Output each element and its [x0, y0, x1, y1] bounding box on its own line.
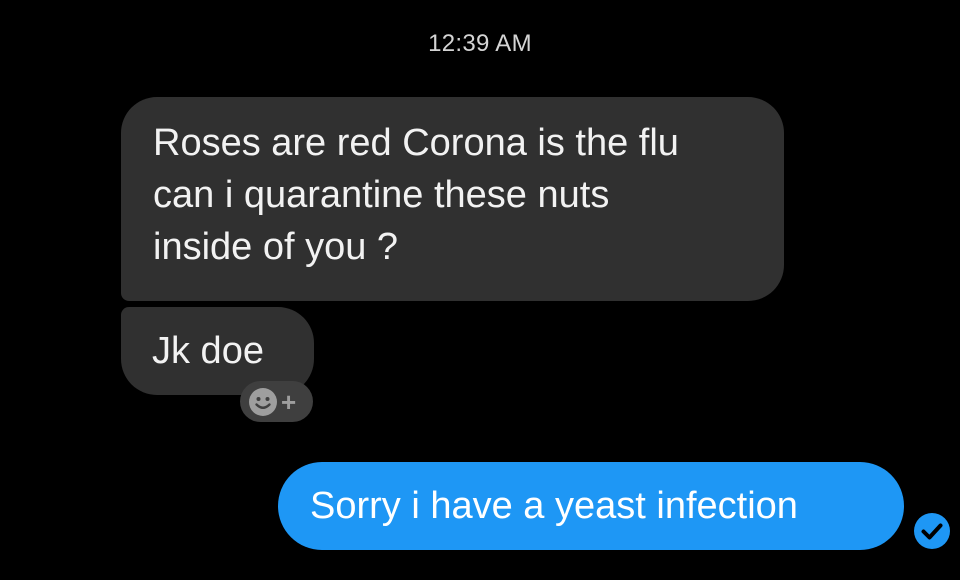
- outgoing-message-bubble[interactable]: Sorry i have a yeast infection: [278, 462, 904, 550]
- plus-icon: +: [281, 386, 297, 417]
- message-text-line: inside of you ?: [153, 226, 399, 268]
- message-text-line: Roses are red Corona is the flu: [153, 122, 679, 164]
- message-text-line: Jk doe: [152, 330, 264, 372]
- incoming-message-bubble[interactable]: Roses are red Corona is the flu can i qu…: [121, 97, 784, 301]
- smiley-icon: [248, 387, 278, 417]
- message-text-line: can i quarantine these nuts: [153, 174, 610, 216]
- message-text: Sorry i have a yeast infection: [310, 485, 798, 527]
- read-receipt-check-icon: [913, 512, 951, 550]
- add-reaction-button[interactable]: +: [240, 381, 313, 422]
- message-timestamp: 12:39 AM: [428, 30, 532, 57]
